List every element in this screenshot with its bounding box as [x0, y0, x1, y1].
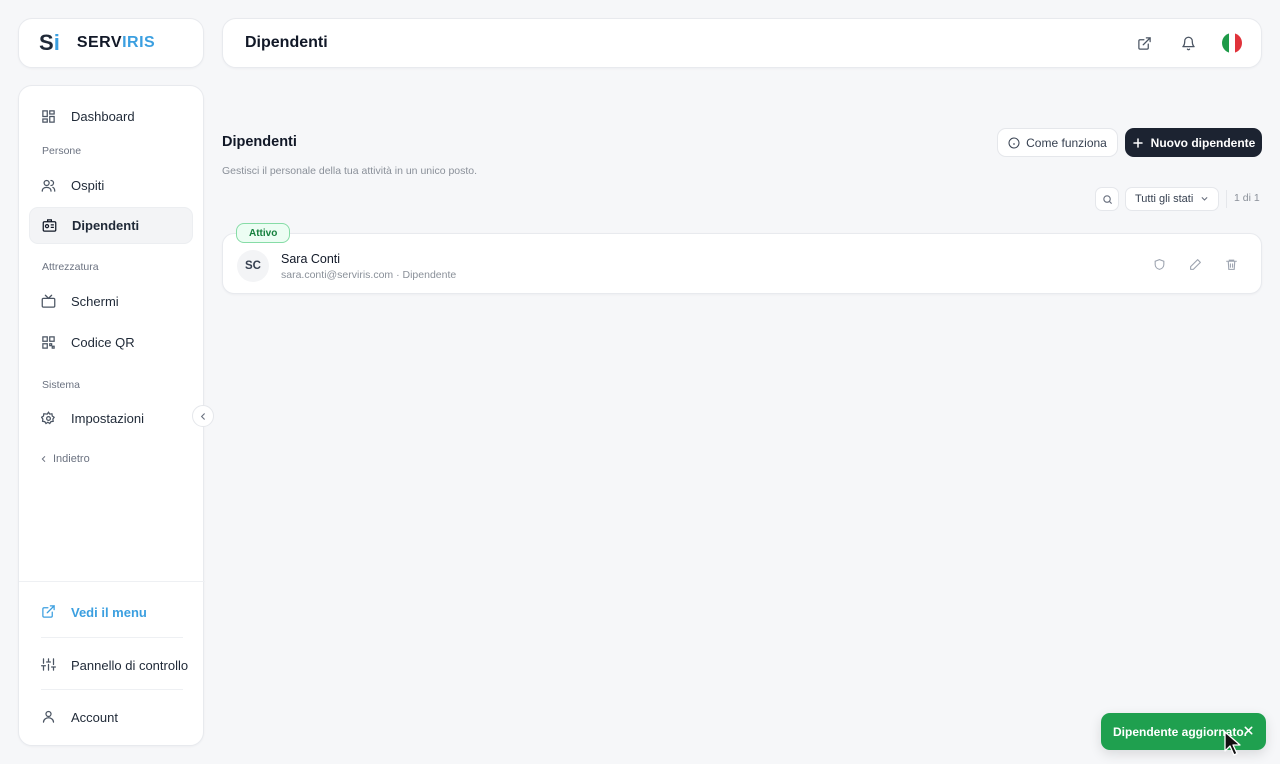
- view-menu-link[interactable]: Vedi il menu: [41, 604, 147, 620]
- logo-wordmark: SERVIRIS: [77, 34, 155, 52]
- qr-icon: [41, 335, 57, 351]
- back-link[interactable]: Indietro: [40, 453, 90, 465]
- section-label-attrezzatura: Attrezzatura: [42, 261, 99, 273]
- sidebar-item-ospiti[interactable]: Ospiti: [29, 167, 193, 204]
- id-card-icon: [42, 218, 58, 234]
- logo-word-part-1: SERV: [76, 34, 123, 51]
- employee-row[interactable]: SC Sara Conti sara.conti@serviris.com · …: [222, 233, 1262, 294]
- dashboard-icon: [41, 109, 57, 125]
- account-label: Account: [71, 709, 118, 725]
- chevron-left-icon: [40, 455, 48, 463]
- delete-trash-icon[interactable]: [1225, 258, 1239, 272]
- mouse-pointer-icon: [1224, 731, 1241, 756]
- sidebar-item-label: Dipendenti: [72, 218, 140, 233]
- status-filter-value: Tutti gli stati: [1135, 193, 1194, 205]
- page-subtitle: Gestisci il personale della tua attività…: [222, 165, 478, 177]
- sidebar-item-label: Schermi: [71, 294, 119, 309]
- logo-word-part-2: IRIS: [122, 34, 156, 51]
- pager-divider: [1226, 190, 1227, 208]
- status-badge: Attivo: [236, 223, 291, 243]
- sidebar-item-codice-qr[interactable]: Codice QR: [29, 324, 193, 361]
- sidebar-collapse-button[interactable]: [192, 405, 214, 427]
- page-title: Dipendenti: [222, 134, 297, 150]
- sidebar-divider: [41, 689, 183, 690]
- italy-flag-icon[interactable]: [1221, 32, 1243, 54]
- search-icon: [1102, 194, 1113, 205]
- chevron-down-icon: [1200, 194, 1209, 203]
- plus-icon: [1132, 137, 1144, 149]
- sidebar: Dashboard Persone Ospiti Dipendenti Attr…: [18, 85, 205, 746]
- users-icon: [41, 178, 57, 194]
- sidebar-item-label: Codice QR: [71, 335, 135, 350]
- bell-icon[interactable]: [1177, 32, 1199, 54]
- section-label-sistema: Sistema: [42, 379, 80, 391]
- gear-icon: [41, 410, 57, 427]
- sidebar-item-dipendenti[interactable]: Dipendenti: [29, 207, 193, 244]
- logo-mark-i: i: [53, 30, 60, 55]
- account-link[interactable]: Account: [41, 709, 118, 725]
- top-header: Dipendenti: [222, 18, 1262, 68]
- back-link-label: Indietro: [53, 453, 90, 465]
- tv-icon: [41, 294, 57, 310]
- user-icon: [41, 709, 57, 725]
- logo-mark: Si: [39, 30, 60, 56]
- sidebar-divider: [19, 581, 205, 582]
- status-filter-select[interactable]: Tutti gli stati: [1125, 187, 1219, 211]
- sidebar-item-label: Dashboard: [71, 109, 135, 124]
- avatar: SC: [237, 250, 269, 282]
- pagination-info: 1 di 1: [1234, 192, 1260, 204]
- info-icon: [1008, 137, 1020, 149]
- sliders-icon: [41, 657, 57, 673]
- logo-mark-s: S: [39, 30, 54, 55]
- search-button[interactable]: [1095, 187, 1119, 211]
- how-it-works-label: Come funziona: [1026, 135, 1107, 150]
- how-it-works-button[interactable]: Come funziona: [997, 128, 1118, 157]
- permissions-shield-icon[interactable]: [1153, 258, 1167, 272]
- sidebar-divider: [41, 637, 183, 638]
- sidebar-item-label: Impostazioni: [71, 411, 144, 426]
- control-panel-link[interactable]: Pannello di controllo: [41, 657, 188, 673]
- chevron-left-icon: [199, 412, 208, 421]
- brand-logo[interactable]: Si SERVIRIS: [18, 18, 204, 68]
- new-employee-label: Nuovo dipendente: [1150, 135, 1256, 150]
- control-panel-label: Pannello di controllo: [71, 657, 189, 673]
- sidebar-item-impostazioni[interactable]: Impostazioni: [29, 400, 193, 437]
- view-menu-label: Vedi il menu: [71, 604, 147, 620]
- section-label-persone: Persone: [42, 145, 82, 157]
- close-icon[interactable]: [1243, 725, 1254, 736]
- external-link-icon[interactable]: [1133, 32, 1155, 54]
- employee-meta: sara.conti@serviris.com · Dipendente: [281, 269, 457, 281]
- employee-name: Sara Conti: [281, 252, 341, 266]
- edit-pencil-icon[interactable]: [1189, 258, 1203, 272]
- new-employee-button[interactable]: Nuovo dipendente: [1125, 128, 1262, 157]
- sidebar-item-dashboard[interactable]: Dashboard: [29, 98, 193, 135]
- external-link-icon: [41, 604, 57, 620]
- header-title: Dipendenti: [245, 34, 328, 51]
- sidebar-item-schermi[interactable]: Schermi: [29, 283, 193, 320]
- sidebar-item-label: Ospiti: [71, 178, 105, 193]
